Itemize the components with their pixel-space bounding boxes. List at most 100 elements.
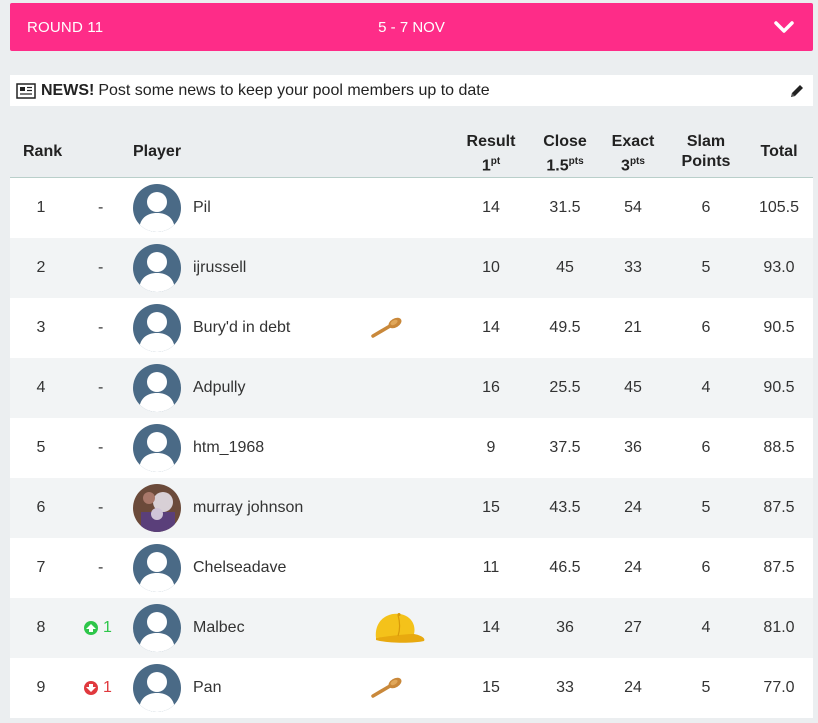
wooden-spoon-icon [370, 298, 404, 358]
player-name[interactable]: htm_1968 [193, 418, 264, 478]
total-points: 81.0 [763, 619, 795, 636]
table-row[interactable]: 3 - Bury'd in debt 14 49.5 21 6 90.5 [10, 298, 813, 358]
movement: - [84, 538, 103, 598]
avatar[interactable] [133, 184, 181, 232]
player-name[interactable]: Malbec [193, 598, 245, 658]
table-row[interactable]: 2 - ijrussell 10 45 33 5 93.0 [10, 238, 813, 298]
rank: 3 [36, 319, 46, 336]
result-points: 9 [486, 439, 496, 456]
movement: - [84, 178, 103, 238]
avatar[interactable] [133, 364, 181, 412]
close-points: 31.5 [549, 199, 581, 216]
player-name[interactable]: Pan [193, 658, 221, 718]
avatar[interactable] [133, 604, 181, 652]
exact-points: 21 [624, 319, 642, 336]
result-points: 14 [482, 619, 500, 636]
total-points: 87.5 [763, 499, 795, 516]
exact-points: 27 [624, 619, 642, 636]
slam-points: 5 [701, 259, 711, 276]
header-total: Total [760, 143, 798, 160]
slam-points: 6 [701, 559, 711, 576]
rank: 1 [36, 199, 46, 216]
slam-points: 4 [701, 619, 711, 636]
total-points: 90.5 [763, 379, 795, 396]
position-change: 1 [103, 619, 112, 636]
table-row[interactable]: 7 - Chelseadave 11 46.5 24 6 87.5 [10, 538, 813, 598]
news-bar: NEWS! Post some news to keep your pool m… [10, 75, 813, 106]
position-change: - [98, 319, 104, 336]
avatar[interactable] [133, 664, 181, 712]
result-points: 10 [482, 259, 500, 276]
exact-points: 45 [624, 379, 642, 396]
total-points: 105.5 [758, 199, 800, 216]
table-row[interactable]: 5 - htm_1968 9 37.5 36 6 88.5 [10, 418, 813, 478]
movement: - [84, 298, 103, 358]
round-header[interactable]: ROUND 11 5 - 7 NOV [10, 3, 813, 51]
rank: 2 [36, 259, 46, 276]
slam-points: 6 [701, 439, 711, 456]
position-change: - [98, 559, 104, 576]
total-points: 87.5 [763, 559, 795, 576]
chevron-down-icon[interactable] [773, 18, 795, 36]
player-name[interactable]: Adpully [193, 358, 245, 418]
slam-points: 5 [701, 499, 711, 516]
result-points: 15 [482, 499, 500, 516]
movement: - [84, 238, 103, 298]
table-row[interactable]: 6 - murray johnson 15 43.5 24 5 87.5 [10, 478, 813, 538]
result-points: 14 [482, 319, 500, 336]
exact-points: 24 [624, 559, 642, 576]
total-points: 90.5 [763, 319, 795, 336]
arrow-up-circle-icon [84, 621, 98, 635]
avatar[interactable] [133, 304, 181, 352]
table-row[interactable]: 8 1 Malbec 14 36 27 4 81.0 [10, 598, 813, 658]
slam-points: 6 [701, 199, 711, 216]
wooden-spoon-icon [370, 658, 404, 718]
player-name[interactable]: Pil [193, 178, 211, 238]
yellow-cap-icon [370, 598, 428, 658]
header-result: Result 1pt [466, 133, 516, 175]
exact-points: 24 [624, 679, 642, 696]
close-points: 33 [556, 679, 574, 696]
avatar[interactable] [133, 484, 181, 532]
slam-points: 5 [701, 679, 711, 696]
header-exact: Exact 3pts [611, 133, 655, 175]
slam-points: 4 [701, 379, 711, 396]
table-header: Rank Player Result 1pt Close 1.5pts Exac… [10, 126, 813, 178]
avatar[interactable] [133, 424, 181, 472]
movement: - [84, 418, 103, 478]
player-name[interactable]: ijrussell [193, 238, 246, 298]
pencil-icon[interactable] [789, 83, 805, 99]
rank: 8 [36, 619, 46, 636]
result-points: 16 [482, 379, 500, 396]
header-close: Close 1.5pts [543, 133, 587, 175]
header-player: Player [133, 143, 182, 160]
exact-points: 24 [624, 499, 642, 516]
avatar[interactable] [133, 244, 181, 292]
close-points: 36 [556, 619, 574, 636]
close-points: 46.5 [549, 559, 581, 576]
exact-points: 33 [624, 259, 642, 276]
table-row[interactable]: 4 - Adpully 16 25.5 45 4 90.5 [10, 358, 813, 418]
header-rank: Rank [23, 143, 63, 160]
position-change: - [98, 499, 104, 516]
total-points: 77.0 [763, 679, 795, 696]
newspaper-icon [16, 82, 36, 99]
close-points: 49.5 [549, 319, 581, 336]
close-points: 43.5 [549, 499, 581, 516]
close-points: 45 [556, 259, 574, 276]
header-slam-points: Slam Points [681, 133, 731, 170]
avatar[interactable] [133, 544, 181, 592]
news-text: Post some news to keep your pool members… [98, 81, 490, 99]
movement: - [84, 478, 103, 538]
result-points: 14 [482, 199, 500, 216]
arrow-down-circle-icon [84, 681, 98, 695]
news-title: NEWS! [41, 81, 95, 99]
player-name[interactable]: Bury'd in debt [193, 298, 290, 358]
rank: 6 [36, 499, 46, 516]
table-row[interactable]: 9 1 Pan 15 33 24 5 77.0 [10, 658, 813, 718]
player-name[interactable]: Chelseadave [193, 538, 286, 598]
table-row[interactable]: 1 - Pil 14 31.5 54 6 105.5 [10, 178, 813, 238]
result-points: 11 [482, 559, 500, 576]
player-name[interactable]: murray johnson [193, 478, 303, 538]
position-change: - [98, 259, 104, 276]
